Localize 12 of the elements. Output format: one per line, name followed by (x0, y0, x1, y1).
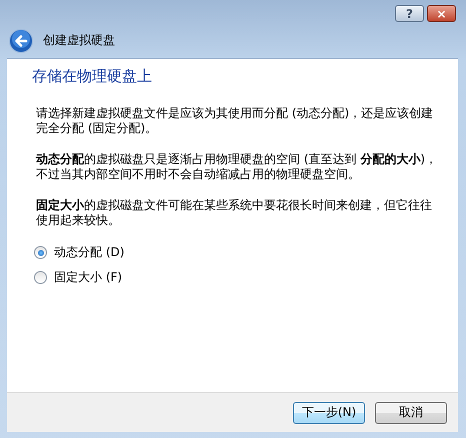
description-paragraph: 请选择新建虚拟硬盘文件是应该为其使用而分配 (动态分配)，还是应该创建完全分配 (固定分配)。 (36, 106, 434, 136)
next-button[interactable]: 下一步(N) (293, 402, 365, 424)
description-paragraph: 动态分配的虚拟磁盘只是逐渐占用物理硬盘的空间 (直至达到 分配的大小)，不过当其内部空间不用时不会自动缩减占用的物理硬盘空间。 (36, 152, 438, 182)
page-heading: 存储在物理硬盘上 (32, 67, 153, 86)
radio-button[interactable] (34, 271, 47, 284)
option-label[interactable]: 固定大小 (F) (54, 269, 122, 286)
cancel-button[interactable]: 取消 (375, 402, 447, 424)
option-label[interactable]: 动态分配 (D) (54, 244, 124, 261)
radio-button[interactable] (34, 246, 47, 259)
description-paragraph: 固定大小的虚拟磁盘文件可能在某些系统中要花很长时间来创建，但它往往使用起来较快。 (36, 198, 433, 228)
wizard-title: 创建虚拟硬盘 (43, 32, 115, 49)
help-button[interactable]: ? (395, 5, 424, 22)
